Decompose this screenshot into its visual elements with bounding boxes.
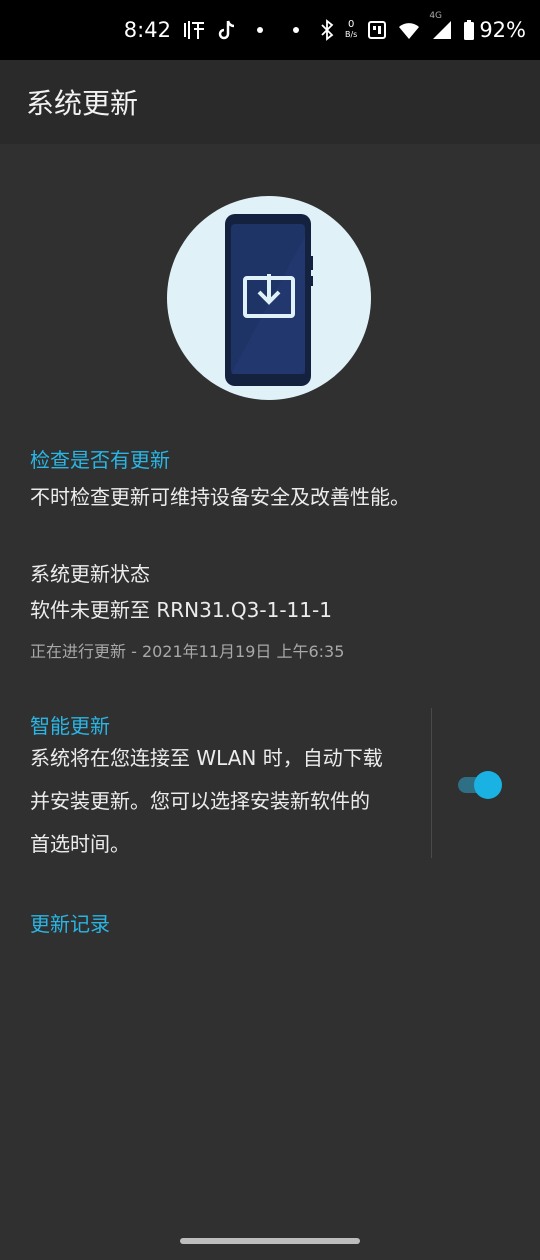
data-rate-unit: B/s bbox=[344, 30, 358, 39]
update-illustration bbox=[167, 196, 371, 400]
signal-icon: 4G bbox=[429, 11, 453, 41]
sim-icon bbox=[367, 19, 387, 41]
tiktok-icon bbox=[217, 19, 237, 41]
divider bbox=[431, 708, 432, 858]
check-updates-description: 不时检查更新可维持设备安全及改善性能。 bbox=[30, 485, 410, 509]
smart-update-row[interactable]: 智能更新 系统将在您连接至 WLAN 时，自动下载 并安装更新。您可以选择安装新… bbox=[30, 700, 420, 866]
status-bar: 8:42 0 B/s 4G 92% bbox=[0, 0, 540, 60]
dot-icon bbox=[247, 19, 273, 41]
gesture-nav-bar[interactable] bbox=[180, 1238, 360, 1244]
dot-icon bbox=[283, 19, 309, 41]
smart-update-toggle[interactable] bbox=[456, 771, 504, 799]
listen-icon bbox=[183, 19, 207, 41]
check-updates-link[interactable]: 检查是否有更新 bbox=[30, 444, 170, 473]
network-type-label: 4G bbox=[429, 11, 443, 21]
data-rate: 0 B/s bbox=[345, 20, 357, 40]
bluetooth-icon bbox=[319, 19, 335, 41]
data-rate-value: 0 bbox=[347, 19, 355, 30]
battery-level: 92% bbox=[479, 18, 526, 42]
update-progress-text: 正在进行更新 - 2021年11月19日 上午6:35 bbox=[30, 642, 345, 661]
toggle-thumb bbox=[474, 771, 502, 799]
page-title: 系统更新 bbox=[26, 87, 139, 120]
smart-update-description: 系统将在您连接至 WLAN 时，自动下载 并安装更新。您可以选择安装新软件的 首… bbox=[30, 737, 420, 866]
smart-update-line: 并安装更新。您可以选择安装新软件的 bbox=[30, 789, 370, 813]
update-status-version: 软件未更新至 RRN31.Q3-1-11-1 bbox=[30, 598, 332, 622]
battery-icon bbox=[463, 19, 475, 41]
phone-download-icon bbox=[225, 214, 313, 386]
smart-update-title: 智能更新 bbox=[30, 714, 110, 738]
smart-update-line: 系统将在您连接至 WLAN 时，自动下载 bbox=[30, 746, 383, 770]
clock: 8:42 bbox=[123, 18, 171, 42]
smart-update-line: 首选时间。 bbox=[30, 832, 130, 856]
app-bar: 系统更新 bbox=[0, 60, 540, 144]
update-status-title: 系统更新状态 bbox=[30, 562, 150, 586]
update-history-link[interactable]: 更新记录 bbox=[30, 908, 110, 937]
wifi-icon bbox=[397, 19, 421, 41]
